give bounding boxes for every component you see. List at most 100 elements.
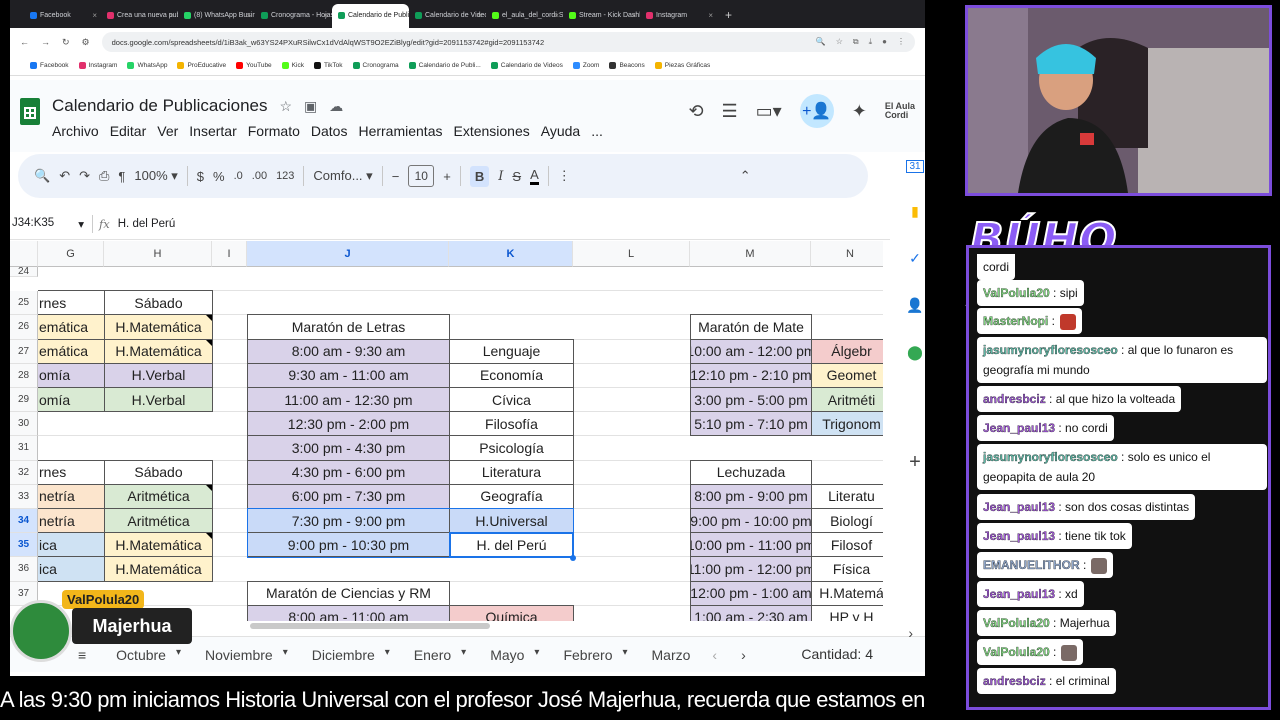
- cell-k30[interactable]: Filosofía: [449, 411, 574, 437]
- bookmark-item[interactable]: WhatsApp: [127, 62, 167, 69]
- browser-tab[interactable]: Calendario de Publi ×: [332, 4, 409, 28]
- cell-k31[interactable]: Psicología: [449, 435, 574, 461]
- chat-username[interactable]: EMANUELITHOR: [983, 558, 1080, 572]
- cell-m29[interactable]: 3:00 pm - 5:00 pm: [690, 387, 812, 413]
- bookmark-star-icon[interactable]: ☆: [836, 37, 843, 47]
- new-tab-icon[interactable]: +: [717, 8, 732, 28]
- cell-h27[interactable]: H.Matemática: [104, 338, 213, 364]
- star-icon[interactable]: ☆: [279, 98, 292, 115]
- column-header-m[interactable]: M: [690, 241, 811, 267]
- sheet-tab[interactable]: Diciembre ▾: [300, 647, 402, 663]
- cell-m33[interactable]: 8:00 pm - 9:00 pm: [690, 483, 812, 509]
- paint-format-icon[interactable]: ¶: [118, 169, 125, 184]
- cell-k27[interactable]: Lenguaje: [449, 338, 574, 364]
- browser-tab[interactable]: Cronograma - Hojas ×: [255, 4, 332, 28]
- bookmark-item[interactable]: Piezas Gráficas: [654, 62, 710, 69]
- zoom-icon[interactable]: 🔍: [816, 37, 826, 47]
- cell-h25[interactable]: Sábado: [104, 290, 213, 316]
- chevron-down-icon[interactable]: ▾: [176, 647, 181, 663]
- collapse-toolbar-icon[interactable]: ⌃: [740, 168, 751, 184]
- contacts-icon[interactable]: 👤: [906, 297, 923, 314]
- menu-icon[interactable]: ⋮: [897, 37, 905, 47]
- calendar-icon[interactable]: 31: [906, 160, 924, 173]
- chat-username[interactable]: jasumynoryfloresosceo: [983, 343, 1118, 357]
- document-title[interactable]: Calendario de Publicaciones: [52, 96, 267, 116]
- chevron-down-icon[interactable]: ▾: [78, 217, 84, 231]
- cell-m37[interactable]: 12:00 pm - 1:00 am: [690, 580, 812, 606]
- browser-tab[interactable]: Instagram ×: [640, 4, 717, 28]
- cell-j31[interactable]: 3:00 pm - 4:30 pm: [247, 435, 450, 461]
- cell-j29[interactable]: 11:00 am - 12:30 pm: [247, 387, 450, 413]
- cell-n35[interactable]: Filosof: [811, 532, 883, 558]
- column-header-k[interactable]: K: [449, 241, 573, 267]
- bookmark-item[interactable]: Calendario de Videos: [490, 62, 563, 69]
- redo-icon[interactable]: ↷: [79, 168, 90, 184]
- chat-username[interactable]: Jean_paul13: [983, 529, 1055, 543]
- back-icon[interactable]: ←: [20, 37, 29, 47]
- row-header[interactable]: 33: [10, 484, 38, 509]
- cell-g27[interactable]: emática: [38, 338, 105, 364]
- menu-item[interactable]: ...: [591, 123, 603, 139]
- font-size-input[interactable]: 10: [408, 165, 435, 187]
- cell-m30[interactable]: 5:10 pm - 7:10 pm: [690, 411, 812, 437]
- cell-g29[interactable]: omía: [38, 387, 105, 413]
- row-header[interactable]: 26: [10, 315, 38, 340]
- meet-icon[interactable]: ▭▾: [756, 101, 782, 122]
- bookmark-item[interactable]: Calendario de Publi...: [408, 62, 481, 69]
- extensions-icon[interactable]: ⧉: [853, 37, 859, 47]
- forward-icon[interactable]: →: [41, 37, 50, 47]
- cell-j38[interactable]: 8:00 am - 11:00 am: [247, 604, 450, 621]
- column-header-l[interactable]: L: [573, 241, 690, 267]
- chevron-down-icon[interactable]: ▾: [283, 647, 288, 663]
- cell-k38[interactable]: Química: [449, 604, 574, 621]
- chat-username[interactable]: andresbciz: [983, 674, 1046, 688]
- cell-k29[interactable]: Cívica: [449, 387, 574, 413]
- chevron-down-icon[interactable]: ▾: [385, 647, 390, 663]
- cell-n27[interactable]: Álgebr: [811, 338, 883, 364]
- browser-tab[interactable]: Crea una nueva publ ×: [101, 4, 178, 28]
- more-options-icon[interactable]: ⋮: [558, 168, 571, 184]
- chat-username[interactable]: MasterNopi: [983, 314, 1049, 328]
- row-header[interactable]: 25: [10, 291, 38, 316]
- browser-tab[interactable]: (8) WhatsApp Busine ×: [178, 4, 255, 28]
- column-header-h[interactable]: H: [104, 241, 212, 267]
- close-tab-icon[interactable]: ×: [169, 11, 174, 20]
- font-select[interactable]: Comfo... ▾: [313, 168, 372, 184]
- cell-g28[interactable]: omía: [38, 362, 105, 388]
- chat-username[interactable]: Jean_paul13: [983, 421, 1055, 435]
- cell-n37[interactable]: H.Matemá: [811, 580, 883, 606]
- chat-username[interactable]: Jean_paul13: [983, 500, 1055, 514]
- zoom-select[interactable]: 100% ▾: [134, 168, 177, 184]
- gemini-icon[interactable]: ✦: [852, 101, 867, 122]
- bookmark-item[interactable]: Cronograma: [352, 62, 399, 69]
- sheets-logo-icon[interactable]: [20, 98, 40, 125]
- browser-tab[interactable]: Stream - Kick Dashb ×: [563, 4, 640, 28]
- search-menus-icon[interactable]: 🔍: [34, 168, 50, 184]
- name-box[interactable]: J34:K35 ▾: [10, 217, 92, 231]
- cell-h28[interactable]: H.Verbal: [104, 362, 213, 388]
- chat-username[interactable]: ValPolula20: [983, 286, 1050, 300]
- formula-input[interactable]: H. del Perú: [118, 218, 176, 230]
- print-icon[interactable]: ⎙: [99, 168, 109, 184]
- strikethrough-icon[interactable]: S: [512, 169, 521, 184]
- add-addon-icon[interactable]: +: [909, 451, 921, 474]
- menu-item[interactable]: Editar: [110, 123, 147, 139]
- browser-tab[interactable]: el_aula_del_cordi Str ×: [486, 4, 563, 28]
- cell-k33[interactable]: Geografía: [449, 483, 574, 509]
- keep-icon[interactable]: ▮: [911, 203, 919, 220]
- row-header[interactable]: 32: [10, 460, 38, 485]
- bookmark-item[interactable]: YouTube: [236, 62, 272, 69]
- cell-h33[interactable]: Aritmética: [104, 483, 213, 509]
- bookmark-item[interactable]: ProEducative: [177, 62, 226, 69]
- site-info-icon[interactable]: ⚙: [82, 37, 90, 48]
- cell-g25[interactable]: rnes: [38, 290, 105, 316]
- font-size-increase-icon[interactable]: +: [443, 169, 451, 184]
- cell-g36[interactable]: ica: [38, 556, 105, 582]
- cloud-status-icon[interactable]: ☁: [329, 98, 343, 115]
- reload-icon[interactable]: ↻: [62, 37, 70, 48]
- row-header[interactable]: 28: [10, 363, 38, 388]
- menu-item[interactable]: Datos: [311, 123, 348, 139]
- sheet-tab[interactable]: Noviembre ▾: [193, 647, 300, 663]
- menu-item[interactable]: Extensiones: [453, 123, 529, 139]
- cell-n38[interactable]: HP y H: [811, 604, 883, 621]
